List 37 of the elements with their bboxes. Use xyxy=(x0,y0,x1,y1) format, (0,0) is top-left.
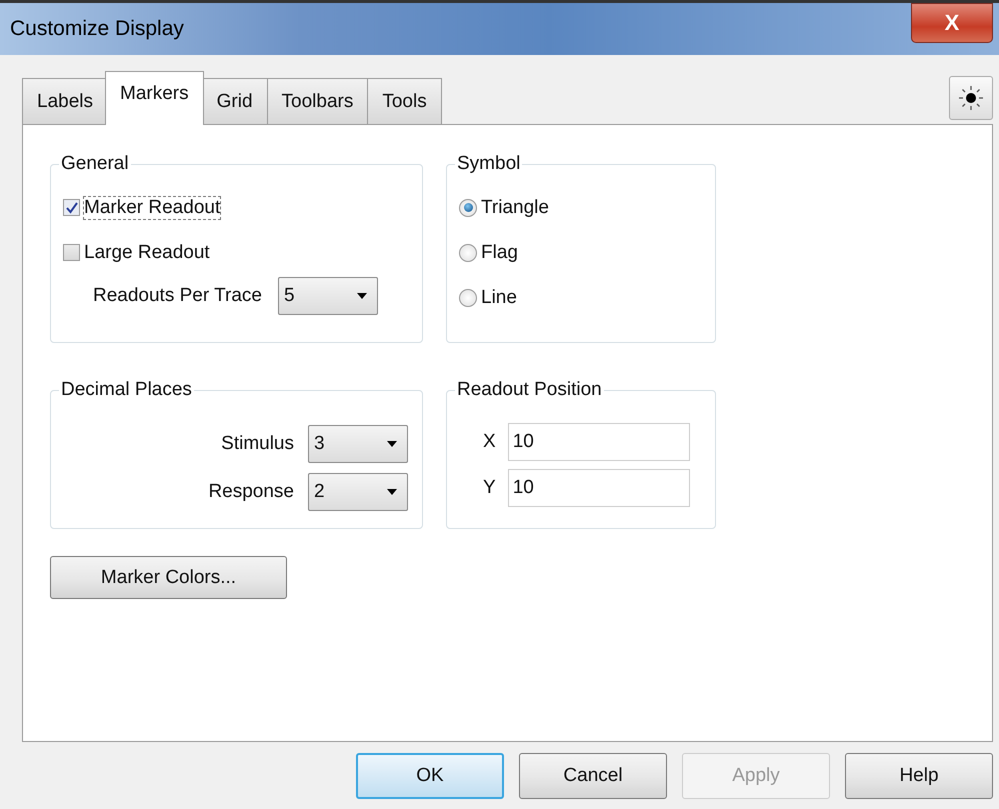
radio-button[interactable] xyxy=(459,288,477,306)
dialog-button[interactable]: Cancel xyxy=(519,753,667,799)
radio-label[interactable]: Line xyxy=(481,286,517,308)
checkbox-label[interactable]: Marker Readout xyxy=(84,196,220,218)
radio-label[interactable]: Flag xyxy=(481,242,518,264)
field-label: Y xyxy=(483,477,496,499)
dropdown[interactable]: 2 xyxy=(308,473,408,511)
tab[interactable]: Markers xyxy=(105,71,204,125)
field-label: Stimulus xyxy=(221,433,294,455)
tab[interactable]: Labels xyxy=(22,78,108,124)
field-label: Readouts Per Trace xyxy=(93,285,262,307)
group-title: Readout Position xyxy=(456,379,603,401)
window-title: Customize Display xyxy=(9,17,184,41)
group-title: Decimal Places xyxy=(60,379,193,401)
display-button[interactable] xyxy=(949,76,993,120)
radio-button[interactable] xyxy=(459,244,477,262)
input-field[interactable]: 10 xyxy=(508,469,690,507)
checkbox[interactable] xyxy=(63,244,80,261)
field-label: Response xyxy=(208,481,294,503)
close-button[interactable]: X xyxy=(911,3,993,43)
checkbox-label[interactable]: Large Readout xyxy=(84,242,210,264)
field-label: X xyxy=(483,431,496,453)
group-title: General xyxy=(60,153,130,175)
dialog-button[interactable]: Help xyxy=(845,753,993,799)
radio-button[interactable] xyxy=(459,198,477,216)
dropdown[interactable]: 5 xyxy=(278,277,378,315)
tab[interactable]: Grid xyxy=(202,78,268,124)
input-field[interactable]: 10 xyxy=(508,423,690,461)
tab[interactable]: Toolbars xyxy=(266,78,368,124)
group-title: Symbol xyxy=(456,153,522,175)
tab[interactable]: Tools xyxy=(367,78,442,124)
radio-label[interactable]: Triangle xyxy=(481,196,549,218)
checkbox[interactable] xyxy=(63,199,80,216)
marker-colors-button[interactable]: Marker Colors... xyxy=(50,556,287,599)
dialog-button[interactable]: OK xyxy=(356,753,504,799)
dropdown[interactable]: 3 xyxy=(308,425,408,463)
sun-icon xyxy=(958,85,984,111)
